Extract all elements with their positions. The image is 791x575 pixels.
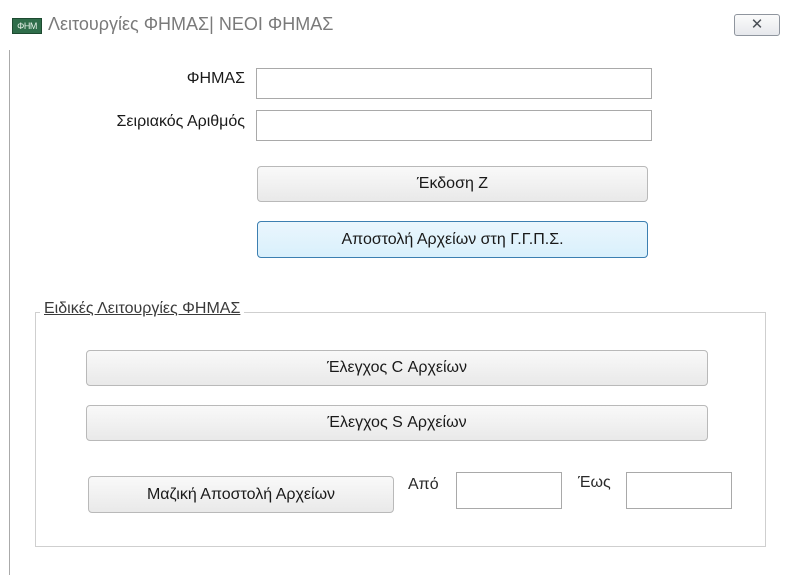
to-label: Έως (578, 474, 611, 491)
window-border-left (9, 50, 10, 575)
from-label: Από (408, 476, 439, 493)
close-icon: ✕ (750, 16, 764, 33)
fhmas-input[interactable] (256, 68, 652, 99)
issue-z-button[interactable]: Έκδοση Ζ (257, 166, 648, 202)
app-icon: ΦΗΜ (12, 18, 42, 34)
close-button[interactable]: ✕ (734, 14, 780, 36)
window-title: Λειτουργίες ΦΗΜΑΣ| ΝΕΟΙ ΦΗΜΑΣ (48, 14, 334, 34)
from-input[interactable] (456, 472, 562, 509)
serial-number-label: Σειριακός Αριθμός (116, 113, 245, 130)
special-operations-title: Ειδικές Λειτουργίες ΦΗΜΑΣ (40, 300, 245, 318)
fhmas-operations-window: ΦΗΜ Λειτουργίες ΦΗΜΑΣ| ΝΕΟΙ ΦΗΜΑΣ ✕ ΦΗΜΑ… (0, 0, 791, 575)
check-c-files-button[interactable]: Έλεγχος C Αρχείων (86, 350, 708, 386)
check-s-files-button[interactable]: Έλεγχος S Αρχείων (86, 405, 708, 441)
title-bar: ΦΗΜ Λειτουργίες ΦΗΜΑΣ| ΝΕΟΙ ΦΗΜΑΣ ✕ (0, 0, 791, 50)
bulk-send-files-button[interactable]: Μαζική Αποστολή Αρχείων (88, 476, 394, 513)
fhmas-label: ΦΗΜΑΣ (186, 70, 245, 87)
send-files-ggps-button[interactable]: Αποστολή Αρχείων στη Γ.Γ.Π.Σ. (257, 221, 648, 258)
to-input[interactable] (626, 472, 732, 509)
serial-number-input[interactable] (256, 110, 652, 141)
